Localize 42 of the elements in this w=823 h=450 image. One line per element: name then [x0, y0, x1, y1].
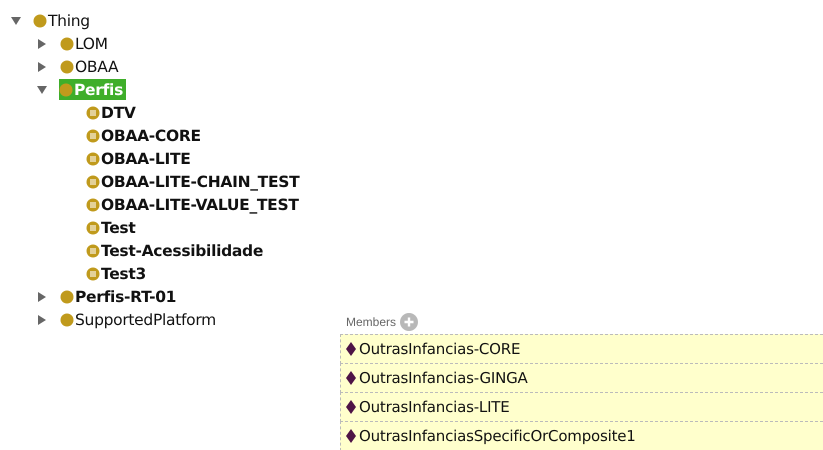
tree-item[interactable]: Test3	[86, 263, 149, 284]
tree-item[interactable]: DTV	[86, 102, 139, 123]
expand-arrow-icon[interactable]	[38, 38, 46, 48]
collapse-arrow-icon[interactable]	[37, 86, 47, 94]
tree-item[interactable]: SupportedPlatform	[60, 309, 219, 330]
defined-class-icon	[86, 152, 100, 166]
class-icon	[60, 60, 74, 74]
tree-item[interactable]: OBAA-CORE	[86, 125, 204, 146]
class-icon	[60, 36, 74, 50]
defined-class-icon	[86, 220, 100, 234]
tree-item[interactable]: OBAA-LITE-VALUE_TEST	[86, 194, 302, 215]
tree-item[interactable]: Perfis-RT-01	[60, 286, 180, 307]
member-item[interactable]: OutrasInfanciasSpecificOrComposite1	[340, 421, 823, 450]
class-icon	[60, 290, 74, 304]
class-icon	[59, 82, 73, 96]
diamond-icon	[346, 342, 356, 356]
section-label: Members	[346, 315, 396, 329]
class-icon	[33, 14, 47, 28]
tree-item[interactable]: OBAA-LITE	[86, 148, 194, 169]
defined-class-icon	[86, 244, 100, 258]
defined-class-icon	[86, 266, 100, 280]
tree-item[interactable]: LOM	[60, 33, 111, 54]
tree-item[interactable]: Test	[86, 217, 138, 238]
diamond-icon	[346, 371, 356, 385]
member-item[interactable]: OutrasInfancias-CORE	[340, 334, 823, 364]
collapse-arrow-icon[interactable]	[11, 16, 21, 24]
tree-item[interactable]: Test-Acessibilidade	[86, 240, 266, 261]
diamond-icon	[346, 429, 356, 443]
defined-class-icon	[86, 198, 100, 212]
tree-item[interactable]: OBAA-LITE-CHAIN_TEST	[86, 171, 302, 192]
expand-arrow-icon[interactable]	[38, 62, 46, 72]
defined-class-icon	[86, 106, 100, 120]
member-item[interactable]: OutrasInfancias-GINGA	[340, 363, 823, 393]
class-icon	[60, 312, 74, 326]
tree-item[interactable]: Thing	[33, 10, 93, 31]
member-item[interactable]: OutrasInfancias-LITE	[340, 392, 823, 422]
diamond-icon	[346, 400, 356, 414]
expand-arrow-icon[interactable]	[38, 314, 46, 324]
expand-arrow-icon[interactable]	[38, 292, 46, 302]
tree-item[interactable]: OBAA	[60, 56, 122, 77]
defined-class-icon	[86, 174, 100, 188]
defined-class-icon	[86, 128, 100, 142]
